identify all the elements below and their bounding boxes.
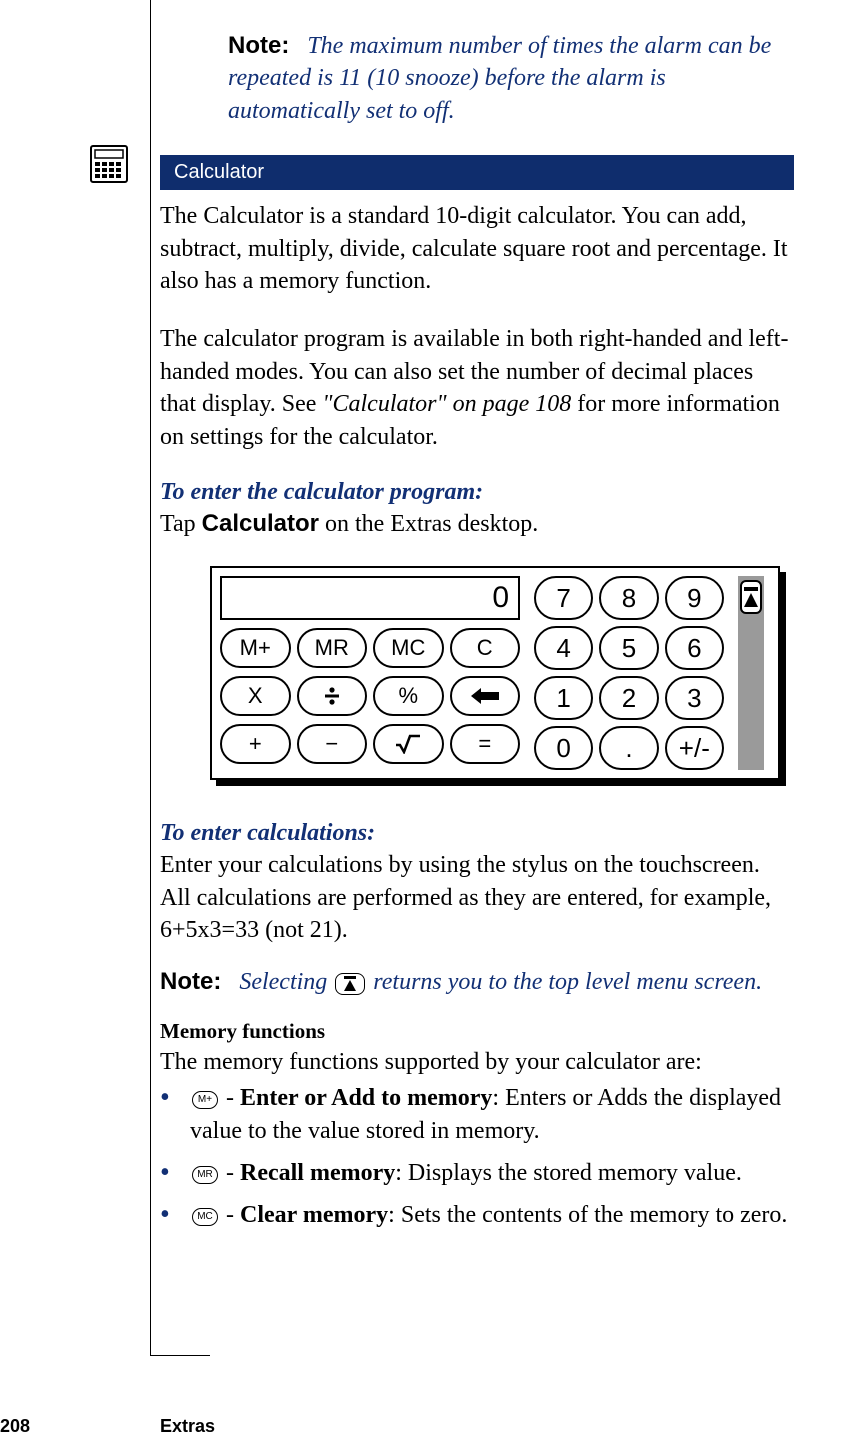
m-plus-icon: M+ <box>192 1091 218 1109</box>
term: Clear memory <box>240 1202 388 1228</box>
key-9[interactable]: 9 <box>665 576 724 620</box>
mc-icon: MC <box>192 1208 218 1226</box>
key-clear[interactable]: C <box>450 628 521 668</box>
list-item: • MR - Recall memory: Displays the store… <box>160 1157 794 1189</box>
key-backspace[interactable] <box>450 676 521 716</box>
subhead-enter-calculations: To enter calculations: <box>160 820 794 847</box>
calculator-figure: 0 M+ MR MC C X % <box>210 566 780 780</box>
note-alarm: Note: The maximum number of times the al… <box>228 30 794 127</box>
key-0[interactable]: 0 <box>534 726 593 770</box>
note-text: returns you to the top level menu screen… <box>373 969 762 995</box>
calculator-scrollbar[interactable] <box>738 576 764 770</box>
definition: : Sets the contents of the memory to zer… <box>388 1202 787 1228</box>
top-level-icon <box>335 973 365 995</box>
subhead-enter-program: To enter the calculator program: <box>160 479 794 506</box>
key-percent[interactable]: % <box>373 676 444 716</box>
key-5[interactable]: 5 <box>599 626 658 670</box>
key-6[interactable]: 6 <box>665 626 724 670</box>
key-sign[interactable]: +/- <box>665 726 724 770</box>
button-reference: Calculator <box>202 510 319 537</box>
key-4[interactable]: 4 <box>534 626 593 670</box>
text-span: on the Extras desktop. <box>319 511 538 537</box>
key-3[interactable]: 3 <box>665 676 724 720</box>
page-number: 208 <box>0 1416 30 1437</box>
note-label: Note: <box>228 32 289 59</box>
bullet-icon: • <box>160 1082 190 1112</box>
definition: : Displays the stored memory value. <box>395 1160 742 1186</box>
term: Enter or Add to memory <box>240 1085 492 1111</box>
note-text: Selecting <box>239 969 333 995</box>
calculator-display: 0 <box>220 576 520 620</box>
calculator-numpad: 7 8 9 4 5 6 1 2 3 0 . +/- <box>534 576 724 770</box>
bullet-icon: • <box>160 1199 190 1229</box>
scroll-top-button[interactable] <box>740 580 762 614</box>
list-item: • MC - Clear memory: Sets the contents o… <box>160 1199 794 1231</box>
text-span: Tap <box>160 511 202 537</box>
calculator-body: 0 M+ MR MC C X % <box>210 566 780 780</box>
mr-icon: MR <box>192 1166 218 1184</box>
key-7[interactable]: 7 <box>534 576 593 620</box>
calculator-modes-paragraph: The calculator program is available in b… <box>160 323 794 453</box>
key-sqrt[interactable] <box>373 724 444 764</box>
key-mc[interactable]: MC <box>373 628 444 668</box>
key-multiply[interactable]: X <box>220 676 291 716</box>
enter-calculations-paragraph: Enter your calculations by using the sty… <box>160 849 794 946</box>
note-label: Note: <box>160 968 221 995</box>
term: Recall memory <box>240 1160 395 1186</box>
key-m-plus[interactable]: M+ <box>220 628 291 668</box>
memory-functions-intro: The memory functions supported by your c… <box>160 1046 794 1078</box>
key-plus[interactable]: + <box>220 724 291 764</box>
key-8[interactable]: 8 <box>599 576 658 620</box>
key-divide[interactable] <box>297 676 368 716</box>
cross-reference: "Calculator" on page 108 <box>322 391 571 417</box>
bullet-icon: • <box>160 1157 190 1187</box>
content-rule <box>150 0 151 1356</box>
instruction-enter-program: Tap Calculator on the Extras desktop. <box>160 508 794 540</box>
footer-section: Extras <box>160 1416 215 1437</box>
calculator-intro-paragraph: The Calculator is a standard 10-digit ca… <box>160 200 794 297</box>
key-mr[interactable]: MR <box>297 628 368 668</box>
memory-functions-heading: Memory functions <box>160 1019 794 1044</box>
key-2[interactable]: 2 <box>599 676 658 720</box>
calculator-margin-icon <box>90 145 128 183</box>
memory-functions-list: • M+ - Enter or Add to memory: Enters or… <box>160 1082 794 1232</box>
calculator-left-panel: 0 M+ MR MC C X % <box>220 576 520 770</box>
key-1[interactable]: 1 <box>534 676 593 720</box>
key-equals[interactable]: = <box>450 724 521 764</box>
note-top-level: Note: Selecting returns you to the top l… <box>160 966 794 998</box>
list-item: • M+ - Enter or Add to memory: Enters or… <box>160 1082 794 1147</box>
key-minus[interactable]: − <box>297 724 368 764</box>
key-decimal[interactable]: . <box>599 726 658 770</box>
section-calculator-heading: Calculator <box>160 155 794 190</box>
note-text: The maximum number of times the alarm ca… <box>228 33 771 124</box>
